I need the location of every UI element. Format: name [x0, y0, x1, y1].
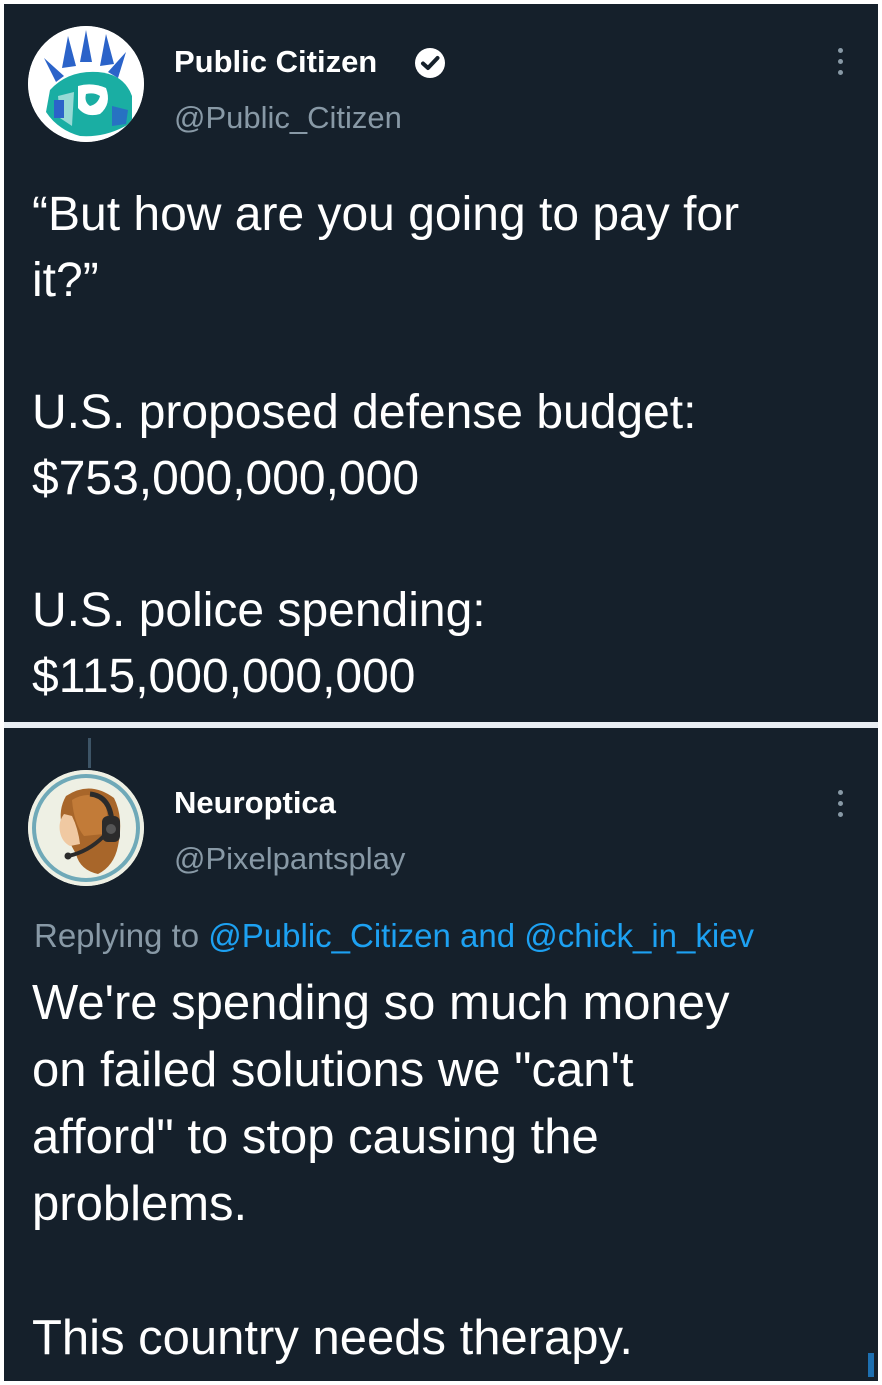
tweet-line: $115,000,000,000	[32, 650, 416, 703]
tweet-line	[32, 1238, 730, 1305]
reply-author-display-name[interactable]: Neuroptica	[174, 785, 336, 821]
tweet-line: We're spending so much money	[32, 976, 730, 1030]
mention-link[interactable]: @Public_Citizen	[208, 917, 451, 954]
statue-of-liberty-logo-icon	[28, 26, 144, 142]
public-citizen-avatar[interactable]	[28, 26, 144, 142]
main-tweet[interactable]: Public Citizen @Public_Citizen “But how …	[4, 4, 878, 722]
tweet-line	[32, 512, 739, 578]
scrollbar-edge	[868, 1353, 874, 1377]
tweet-line: “But how are you going to pay for	[32, 188, 740, 241]
more-options-icon[interactable]	[830, 48, 850, 82]
tweet-line: on failed solutions we "can't	[32, 1043, 634, 1097]
neuroptica-avatar[interactable]	[28, 770, 144, 886]
tweet-line: problems.	[32, 1177, 248, 1231]
tweet-line	[32, 314, 739, 380]
more-options-icon[interactable]	[830, 790, 850, 824]
tweet-line: U.S. police spending:	[32, 584, 486, 637]
verified-badge-icon	[415, 48, 445, 78]
tweet-screenshot: Public Citizen @Public_Citizen “But how …	[4, 4, 878, 1381]
tweet-line: U.S. proposed defense budget:	[32, 386, 697, 439]
author-display-name[interactable]: Public Citizen	[174, 44, 377, 80]
author-handle[interactable]: @Public_Citizen	[174, 100, 402, 136]
tweet-line: it?”	[32, 254, 99, 307]
tweet-body: “But how are you going to pay for it?” U…	[32, 182, 739, 710]
reply-author-handle[interactable]: @Pixelpantsplay	[174, 841, 405, 877]
tweet-line: $753,000,000,000	[32, 452, 420, 505]
mention-link[interactable]: @chick_in_kiev	[524, 917, 754, 954]
replying-prefix: Replying to	[34, 917, 209, 954]
headset-portrait-icon	[28, 770, 144, 886]
replying-to: Replying to @Public_Citizen and @chick_i…	[34, 916, 754, 956]
replying-and: and	[450, 917, 525, 954]
tweet-line: This country needs therapy.	[32, 1311, 634, 1365]
reply-tweet-body: We're spending so much money on failed s…	[32, 970, 730, 1372]
tweet-line: afford" to stop causing the	[32, 1110, 599, 1164]
